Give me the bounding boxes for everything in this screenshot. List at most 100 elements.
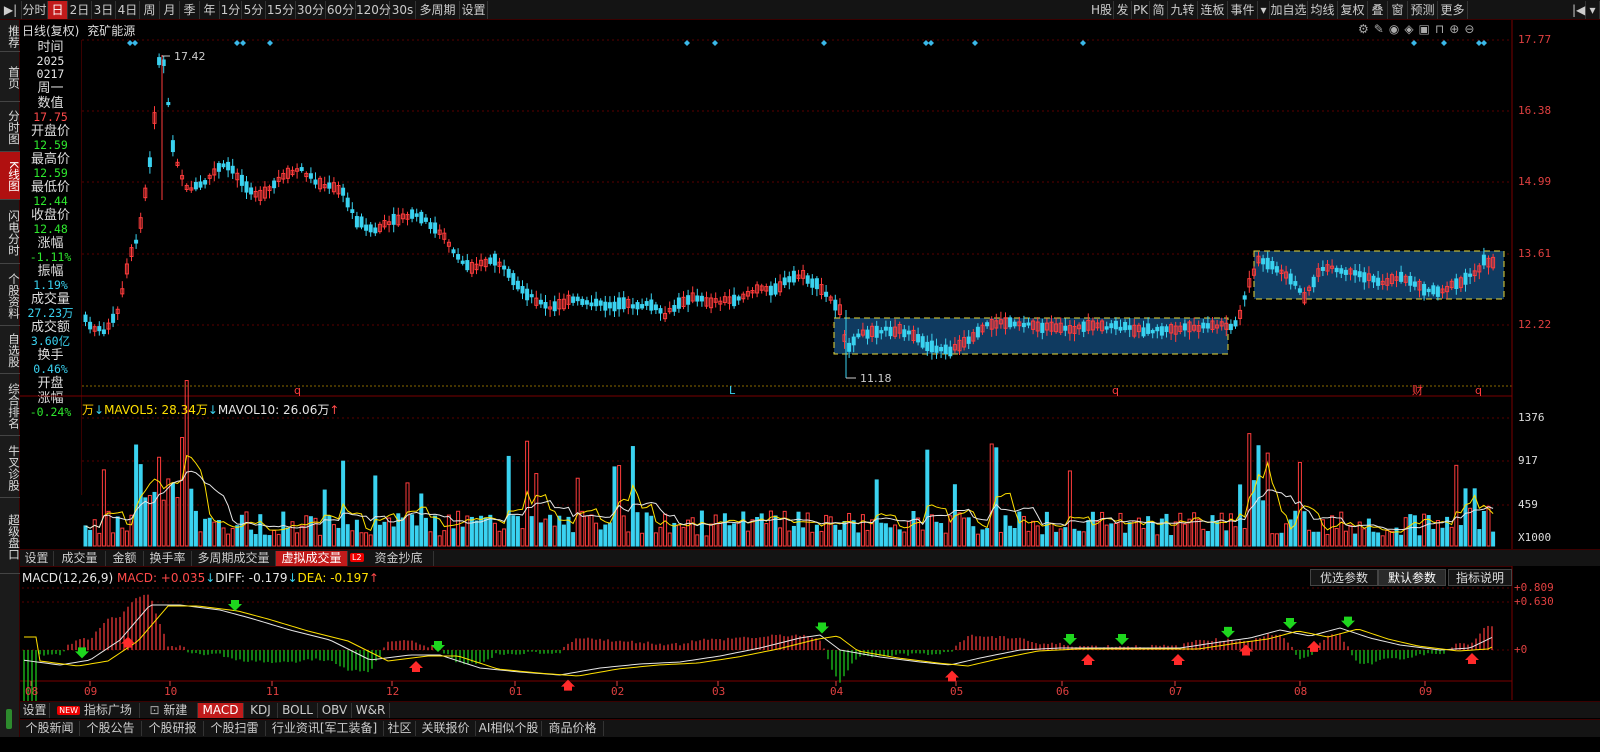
volume-bar xyxy=(134,444,139,547)
candle-body xyxy=(1063,325,1068,331)
month-label: 09 xyxy=(1419,685,1433,698)
indicator-tab[interactable]: W&R xyxy=(352,703,390,718)
month-label: 11 xyxy=(266,685,280,698)
volume-bar xyxy=(883,523,888,547)
volume-bar xyxy=(1362,528,1367,547)
volume-bar xyxy=(368,534,373,547)
candle-body xyxy=(1297,288,1302,293)
up-arrow-icon: ↑ xyxy=(329,403,340,417)
candle-body xyxy=(1311,276,1316,288)
candle-body xyxy=(1123,321,1128,331)
volume-tab[interactable]: 金额 xyxy=(106,551,144,566)
volume-tab[interactable]: 虚拟成交量 xyxy=(276,551,348,566)
settings-gear-icon[interactable]: ⚙ xyxy=(1358,22,1374,36)
volume-bar xyxy=(1403,517,1408,547)
volume-bar xyxy=(1385,529,1390,547)
news-tab[interactable]: 个股公告 xyxy=(80,721,142,736)
volume-bar xyxy=(934,521,939,547)
volume-bar xyxy=(304,515,309,547)
news-tab[interactable]: 个股扫雷 xyxy=(204,721,266,736)
volume-bar xyxy=(1067,470,1072,547)
indicator-tab[interactable]: ⊡ 新建 xyxy=(140,703,198,718)
candle-body xyxy=(520,286,525,294)
volume-tab[interactable]: 多周期成交量 xyxy=(192,551,276,566)
zoom-in-icon[interactable]: ⊕ xyxy=(1449,22,1464,36)
candle-body xyxy=(83,314,88,323)
news-tab[interactable]: 个股新闻 xyxy=(20,721,80,736)
news-tab-bar: 个股新闻 个股公告 个股研报 个股扫雷 行业资讯[军工装备] 社区 关联报价 AI相似个股 商品… xyxy=(20,719,1600,737)
news-tab[interactable]: AI相似个股 xyxy=(476,721,542,736)
eye-icon[interactable]: ◉ xyxy=(1389,22,1404,36)
volume-bar xyxy=(814,524,819,547)
indicator-tab[interactable]: OBV xyxy=(318,703,352,718)
macd-param-button[interactable]: 优选参数 xyxy=(1310,569,1378,586)
cube-icon[interactable]: ◈ xyxy=(1404,22,1418,36)
news-tab[interactable]: 行业资讯[军工装备] xyxy=(266,721,384,736)
volume-tab[interactable]: 资金抄底 xyxy=(364,551,434,566)
left-nav-footer xyxy=(0,703,20,737)
image-icon[interactable]: ▣ xyxy=(1419,22,1435,36)
news-tab[interactable]: 社区 xyxy=(384,721,416,736)
candle-body xyxy=(888,326,893,337)
indicator-tab[interactable]: BOLL xyxy=(278,703,318,718)
lock-icon[interactable]: ⊓ xyxy=(1435,22,1449,36)
volume-bar xyxy=(842,521,847,547)
volume-bar xyxy=(267,535,272,547)
sell-arrow-icon xyxy=(1115,634,1129,645)
dea-value: DEA: -0.197 xyxy=(297,571,369,585)
candle-body xyxy=(1435,286,1440,297)
down-arrow-icon: ↓ xyxy=(207,403,218,417)
candle-body xyxy=(966,336,971,344)
pen-icon[interactable]: ✎ xyxy=(1374,22,1389,36)
volume-bar xyxy=(810,531,815,547)
volume-tab[interactable]: 换手率 xyxy=(144,551,192,566)
event-diamond-icon xyxy=(240,40,246,46)
robot-icon: ⊡ xyxy=(149,703,164,717)
indicator-tab[interactable]: KDJ xyxy=(244,703,278,718)
volume-bar xyxy=(1468,507,1473,547)
volume-bar xyxy=(828,516,833,547)
volume-tab[interactable]: 成交量 xyxy=(54,551,106,566)
volume-bar xyxy=(801,527,806,547)
candle-body xyxy=(736,296,741,301)
indicator-tab[interactable]: NEW 指标广场 xyxy=(50,703,140,718)
indicator-tab[interactable]: 设置 xyxy=(20,703,50,718)
volume-bar xyxy=(796,511,801,547)
candle-body xyxy=(341,187,346,196)
macd-param-button[interactable]: 默认参数 xyxy=(1378,569,1446,586)
zoom-out-icon[interactable]: ⊖ xyxy=(1464,22,1479,36)
month-label: 01 xyxy=(509,685,523,698)
volume-bar xyxy=(1284,523,1289,547)
volume-tab[interactable]: 设置 xyxy=(20,551,54,566)
price-axis-label: 17.77 xyxy=(1518,33,1552,46)
volume-bar xyxy=(1008,525,1013,547)
volume-bar xyxy=(515,516,520,547)
volume-bar xyxy=(888,527,893,547)
candle-body xyxy=(1362,272,1367,283)
news-tab[interactable]: 关联报价 xyxy=(416,721,476,736)
volume-bar xyxy=(893,524,898,547)
candle-body xyxy=(1141,327,1146,337)
candle-body xyxy=(985,322,990,327)
candle-body xyxy=(1182,323,1187,331)
volume-bar xyxy=(1343,530,1348,547)
candle-body xyxy=(856,333,861,338)
indicator-tab[interactable]: MACD xyxy=(198,703,244,718)
kline-chart-canvas[interactable]: 17.42 11.18 q Lq 财 q xyxy=(0,0,1600,752)
news-tab[interactable]: 个股研报 xyxy=(142,721,204,736)
volume-bar xyxy=(755,517,760,547)
news-tab[interactable]: 商品价格 xyxy=(542,721,604,736)
candle-body xyxy=(359,216,364,228)
candle-body xyxy=(787,276,792,283)
candle-body xyxy=(216,163,221,172)
mavol10-label: MAVOL10: 26.06万 xyxy=(217,403,330,417)
macd-param-button[interactable]: 指标说明 xyxy=(1448,569,1512,586)
indicator-tab-bar: 设置 NEW 指标广场 ⊡ 新建 MACD KDJ BOLL OBV W&R xyxy=(20,701,1600,718)
volume-bar xyxy=(1394,527,1399,547)
volume-bar xyxy=(548,514,553,547)
volume-bar xyxy=(1178,512,1183,547)
candle-body xyxy=(354,216,359,228)
volume-bar xyxy=(423,517,428,547)
volume-bar xyxy=(975,533,980,547)
volume-bar xyxy=(1012,528,1017,547)
